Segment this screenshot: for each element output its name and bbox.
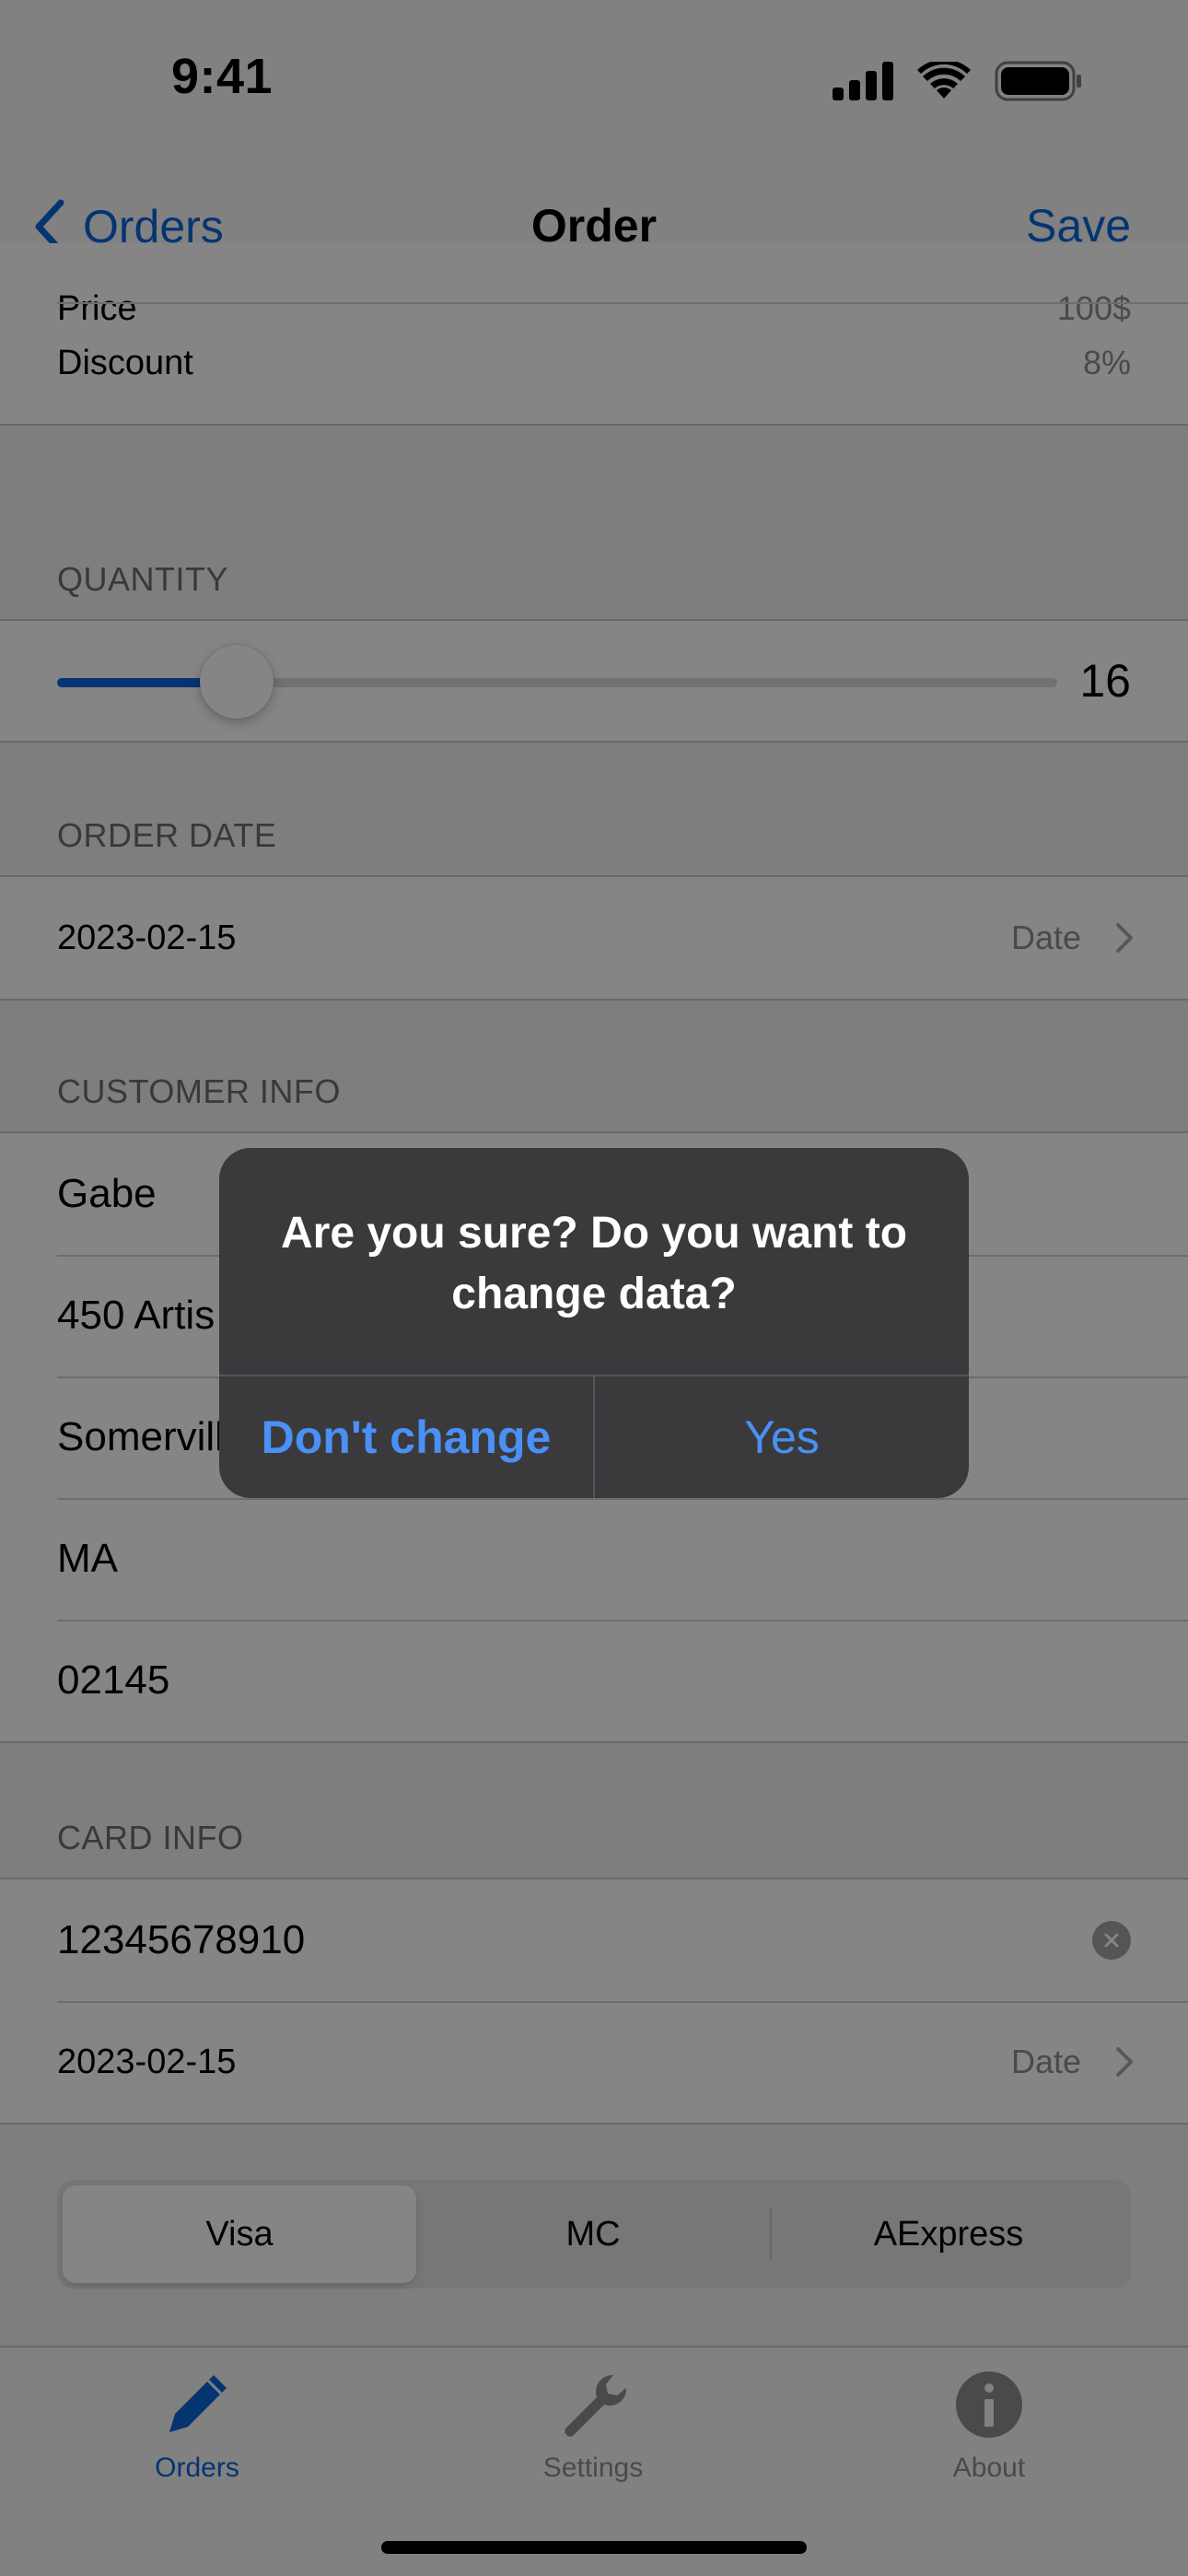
dont-change-button[interactable]: Don't change [219,1376,593,1498]
confirmation-alert: Are you sure? Do you want to change data… [219,1148,969,1498]
screen: 9:41 Orders Order Save Price 100$ Discou… [0,0,1188,2576]
alert-title: Are you sure? Do you want to change data… [280,1209,908,1318]
yes-button[interactable]: Yes [595,1376,969,1498]
